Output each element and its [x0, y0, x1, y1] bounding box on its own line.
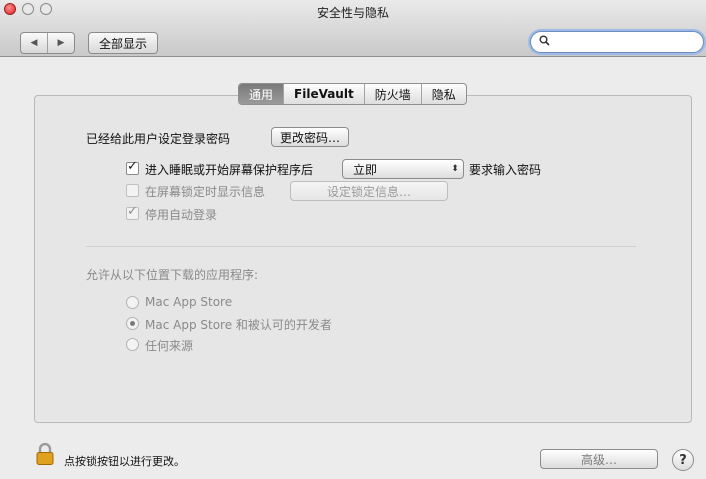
section-divider	[86, 246, 636, 247]
back-forward-control: ◀ ▶	[20, 32, 75, 54]
tab-bar: 通用 FileVault 防火墙 隐私	[238, 83, 467, 105]
require-password-delay-popup[interactable]: 立即 ⬍	[342, 159, 464, 179]
search-field[interactable]	[530, 31, 704, 53]
popup-value: 立即	[353, 162, 378, 177]
radio-identified-developers[interactable]	[126, 317, 139, 330]
padlock-icon[interactable]	[36, 443, 54, 465]
search-icon	[539, 35, 550, 49]
password-set-label: 已经给此用户设定登录密码	[86, 132, 231, 146]
require-password-checkbox[interactable]	[126, 159, 139, 175]
back-arrow-icon[interactable]: ◀	[21, 33, 47, 53]
disable-autologin-checkbox[interactable]	[126, 204, 139, 220]
lock-message-checkbox[interactable]	[126, 184, 139, 197]
lock-message-label: 在屏幕锁定时显示信息	[145, 185, 266, 199]
tab-filevault[interactable]: FileVault	[283, 84, 364, 104]
radio-mac-app-store[interactable]	[126, 296, 139, 309]
search-input[interactable]	[550, 34, 684, 50]
radio-anywhere-label: 任何来源	[145, 339, 194, 353]
tab-firewall[interactable]: 防火墙	[363, 84, 421, 104]
tab-privacy[interactable]: 隐私	[420, 84, 466, 104]
require-password-label: 进入睡眠或开始屏幕保护程序后	[145, 163, 314, 177]
window-title: 安全性与隐私	[316, 6, 389, 20]
disable-autologin-label: 停用自动登录	[145, 208, 218, 222]
require-password-suffix: 要求输入密码	[469, 163, 542, 177]
radio-mac-app-store-label: Mac App Store	[145, 295, 233, 309]
help-button[interactable]: ?	[672, 449, 694, 471]
forward-arrow-icon[interactable]: ▶	[47, 33, 74, 53]
lock-hint-text: 点按锁按钮以进行更改。	[64, 455, 185, 468]
radio-identified-developers-label: Mac App Store 和被认可的开发者	[145, 318, 332, 332]
downloads-heading: 允许从以下位置下载的应用程序:	[86, 268, 259, 282]
up-down-arrows-icon: ⬍	[451, 164, 459, 174]
tab-general[interactable]: 通用	[239, 84, 284, 104]
set-lock-message-button[interactable]: 设定锁定信息…	[290, 181, 448, 201]
advanced-button[interactable]: 高级…	[540, 449, 658, 469]
show-all-button[interactable]: 全部显示	[88, 32, 159, 54]
radio-anywhere[interactable]	[126, 338, 139, 351]
preferences-window: 安全性与隐私 ◀ ▶ 全部显示 通用 FileVault 防火墙 隐私 已经给此…	[0, 0, 706, 479]
change-password-button[interactable]: 更改密码…	[271, 127, 350, 147]
title-toolbar: 安全性与隐私 ◀ ▶ 全部显示	[0, 0, 706, 57]
